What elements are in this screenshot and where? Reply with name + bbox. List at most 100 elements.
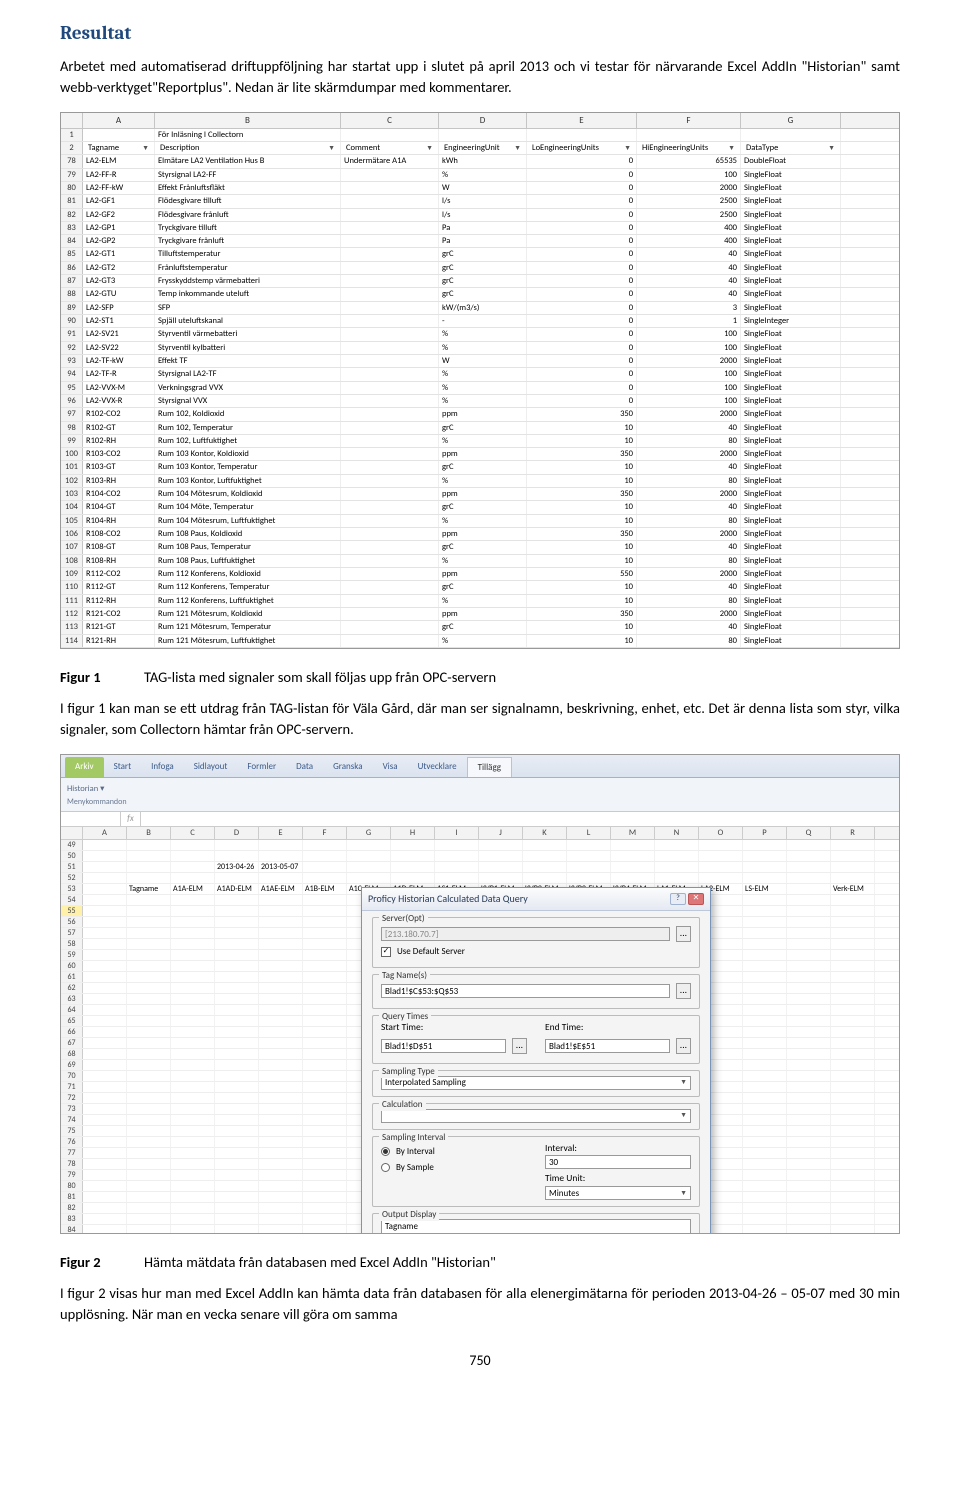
tagname-browse-button[interactable]: ...: [676, 983, 691, 999]
excel1-column-headers: A B C D E F G: [61, 113, 899, 129]
historian-query-dialog: Proficy Historian Calculated Data Query …: [361, 887, 711, 1234]
end-time-input[interactable]: Blad1!$E$51: [545, 1039, 670, 1053]
page-number: 750: [60, 1351, 900, 1371]
help-icon[interactable]: ?: [670, 893, 686, 905]
table-row: 80LA2-FF-kWEffekt FrånluftsfläktW02000Si…: [61, 182, 899, 195]
filter-arrow-icon[interactable]: ▼: [328, 143, 335, 153]
ribbon-tab-utvecklare[interactable]: Utvecklare: [408, 757, 467, 777]
interval-input[interactable]: 30: [545, 1155, 691, 1169]
filter-arrow-icon[interactable]: ▼: [624, 143, 631, 153]
ribbon-tab-tillägg[interactable]: Tillägg: [467, 757, 512, 777]
figure-2-caption: Figur 2 Hämta mätdata från databasen med…: [60, 1252, 900, 1273]
col-header: H: [391, 827, 435, 839]
timeunit-label: Time Unit:: [545, 1172, 585, 1184]
filter-arrow-icon[interactable]: ▼: [514, 143, 521, 153]
paragraph-3: I figur 2 visas hur man med Excel AddIn …: [60, 1283, 900, 1325]
ribbon-tab-data[interactable]: Data: [286, 757, 323, 777]
use-default-server-checkbox[interactable]: ✓: [381, 947, 391, 957]
col-header: G: [347, 827, 391, 839]
table-row: 87LA2-GT3Frysskyddstemp värmebatterigrC0…: [61, 275, 899, 288]
timeunit-select[interactable]: Minutes▼: [545, 1186, 691, 1200]
figure-1-label: Figur 1: [60, 668, 101, 686]
dialog-title-text: Proficy Historian Calculated Data Query: [368, 892, 528, 907]
ribbon-historian-menu[interactable]: Historian ▾: [67, 784, 104, 794]
start-time-input[interactable]: Blad1!$D$51: [381, 1039, 506, 1053]
table-row: 109R112-CO2Rum 112 Konferens, Koldioxidp…: [61, 568, 899, 581]
table-row: 105R104-RHRum 104 Mötesrum, Luftfuktighe…: [61, 515, 899, 528]
output-display-listbox[interactable]: Tagname Timestamp Value: [381, 1219, 691, 1234]
ribbon-tab-sidlayout[interactable]: Sidlayout: [184, 757, 238, 777]
table-row: 86LA2-GT2FrånluftstemperaturgrC040Single…: [61, 262, 899, 275]
interval-fieldset: Sampling Interval By Interval By Sample …: [372, 1136, 700, 1208]
table-row: 106R108-CO2Rum 108 Paus, Koldioxidppm350…: [61, 528, 899, 541]
col-header: R: [831, 827, 875, 839]
sampling-type-select[interactable]: Interpolated Sampling▼: [381, 1076, 691, 1090]
col-header: N: [655, 827, 699, 839]
col-header: Q: [787, 827, 831, 839]
name-box[interactable]: [61, 812, 121, 826]
table-row: 79LA2-FF-RStyrsignal LA2-FF%0100SingleFl…: [61, 169, 899, 182]
ribbon-tab-infoga[interactable]: Infoga: [141, 757, 184, 777]
col-header: J: [479, 827, 523, 839]
col-header: O: [699, 827, 743, 839]
table-row: 94LA2-TF-RStyrsignal LA2-TF%0100SingleFl…: [61, 368, 899, 381]
output-display-fieldset: Output Display Tagname Timestamp Value: [372, 1213, 700, 1234]
fx-icon[interactable]: fx: [121, 812, 141, 826]
table-row: 114R121-RHRum 121 Mötesrum, Luftfuktighe…: [61, 635, 899, 648]
table-row: 96LA2-VVX-RStyrsignal VVX%0100SingleFloa…: [61, 395, 899, 408]
col-header: L: [567, 827, 611, 839]
col-header: E: [259, 827, 303, 839]
table-row: 95LA2-VVX-MVerkningsgrad VVX%0100SingleF…: [61, 382, 899, 395]
table-row: 83LA2-GP1Tryckgivare tilluftPa0400Single…: [61, 222, 899, 235]
table-row: 78LA2-ELMElmätare LA2 Ventilation Hus BU…: [61, 155, 899, 168]
excel1-header-row: 2 Tagname▼ Description▼ Comment▼ Enginee…: [61, 142, 899, 155]
figure-2-label: Figur 2: [60, 1253, 101, 1271]
table-row: 112R121-CO2Rum 121 Mötesrum, Koldioxidpp…: [61, 608, 899, 621]
ribbon-tab-granska[interactable]: Granska: [323, 757, 372, 777]
formula-bar: fx: [61, 812, 899, 827]
table-row: 111R112-RHRum 112 Konferens, Luftfuktigh…: [61, 595, 899, 608]
end-browse-button[interactable]: ...: [676, 1038, 691, 1054]
figure-1-caption: Figur 1 TAG-lista med signaler som skall…: [60, 667, 900, 688]
filter-arrow-icon[interactable]: ▼: [828, 143, 835, 153]
table-row: 82LA2-GF2Flödesgivare frånluftl/s02500Si…: [61, 209, 899, 222]
paragraph-1: Arbetet med automatiserad driftuppföljni…: [60, 56, 900, 98]
server-browse-button[interactable]: ...: [676, 926, 691, 942]
tagname-fieldset: Tag Name(s) Blad1!$C$53:$Q$53 ...: [372, 974, 700, 1009]
table-row: 100R103-CO2Rum 103 Kontor, Koldioxidppm3…: [61, 448, 899, 461]
tagname-input[interactable]: Blad1!$C$53:$Q$53: [381, 984, 670, 998]
table-row: 90LA2-ST1Spjäll uteluftskanal-01SingleIn…: [61, 315, 899, 328]
sheet-row: 52: [61, 873, 899, 884]
table-row: 104R104-GTRum 104 Möte, TemperaturgrC104…: [61, 501, 899, 514]
table-row: 84LA2-GP2Tryckgivare frånluftPa0400Singl…: [61, 235, 899, 248]
table-row: 93LA2-TF-kWEffekt TFW02000SingleFloat: [61, 355, 899, 368]
ribbon-tab-arkiv[interactable]: Arkiv: [65, 757, 104, 777]
querytimes-fieldset: Query Times Start Time: Blad1!$D$51... E…: [372, 1015, 700, 1064]
formula-input[interactable]: [141, 812, 899, 826]
filter-arrow-icon[interactable]: ▼: [426, 143, 433, 153]
table-row: 88LA2-GTUTemp inkommande uteluftgrC040Si…: [61, 288, 899, 301]
excel2-column-headers: ABCDEFGHIJKLMNOPQR: [61, 827, 899, 840]
start-browse-button[interactable]: ...: [512, 1038, 527, 1054]
table-row: 92LA2-SV22Styrventil kylbatteri%0100Sing…: [61, 342, 899, 355]
col-header: A: [83, 827, 127, 839]
by-interval-radio[interactable]: [381, 1147, 390, 1156]
use-default-label: Use Default Server: [397, 945, 465, 958]
end-time-label: End Time:: [545, 1021, 583, 1033]
filter-arrow-icon[interactable]: ▼: [142, 143, 149, 153]
ribbon-tab-start[interactable]: Start: [104, 757, 142, 777]
table-row: 91LA2-SV21Styrventil värmebatteri%0100Si…: [61, 328, 899, 341]
table-row: 101R103-GTRum 103 Kontor, TemperaturgrC1…: [61, 461, 899, 474]
table-row: 98R102-GTRum 102, TemperaturgrC1040Singl…: [61, 422, 899, 435]
close-icon[interactable]: ✕: [688, 893, 704, 905]
table-row: 113R121-GTRum 121 Mötesrum, Temperaturgr…: [61, 621, 899, 634]
calculation-select[interactable]: ▼: [381, 1109, 691, 1123]
by-sample-radio[interactable]: [381, 1163, 390, 1172]
excel1-row-1: 1 För Inläsning I Collectorn: [61, 129, 899, 142]
table-row: 99R102-RHRum 102, Luftfuktighet%1080Sing…: [61, 435, 899, 448]
ribbon-tab-formler[interactable]: Formler: [237, 757, 286, 777]
dialog-titlebar: Proficy Historian Calculated Data Query …: [362, 888, 710, 912]
ribbon-tab-visa[interactable]: Visa: [373, 757, 408, 777]
filter-arrow-icon[interactable]: ▼: [728, 143, 735, 153]
table-row: 103R104-CO2Rum 104 Mötesrum, Koldioxidpp…: [61, 488, 899, 501]
